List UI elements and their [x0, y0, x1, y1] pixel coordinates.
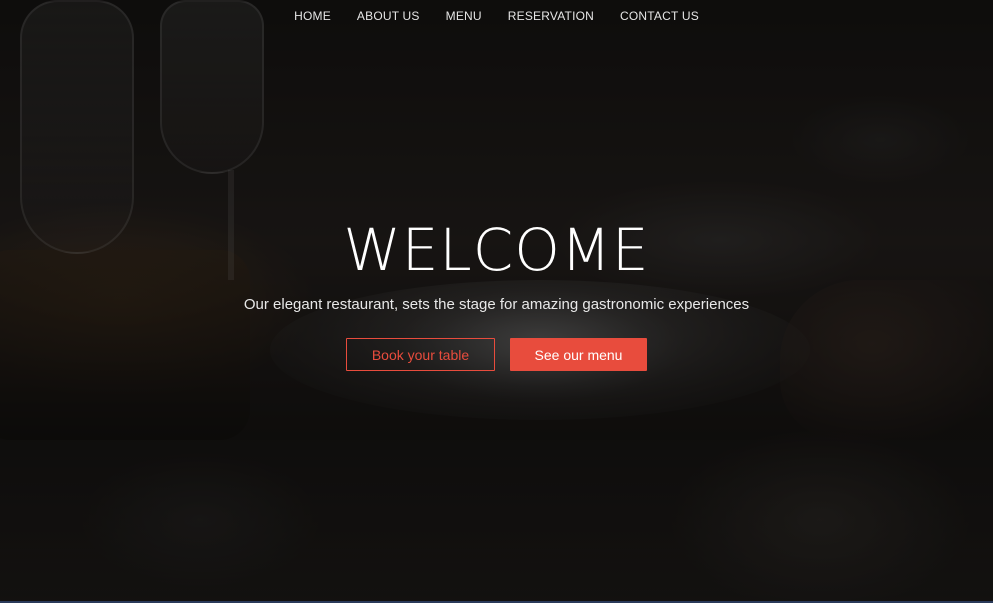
- nav-item-menu[interactable]: MENU: [433, 8, 495, 24]
- hero-subtitle: Our elegant restaurant, sets the stage f…: [243, 296, 750, 313]
- book-table-button[interactable]: Book your table: [346, 338, 495, 371]
- nav-item-home[interactable]: HOME: [281, 8, 344, 24]
- hero-content: WELCOME Our elegant restaurant, sets the…: [0, 215, 993, 371]
- main-nav: HOME ABOUT US MENU RESERVATION CONTACT U…: [0, 8, 993, 24]
- nav-item-reservation[interactable]: RESERVATION: [495, 8, 607, 24]
- see-menu-button[interactable]: See our menu: [510, 338, 647, 371]
- hero-section: HOME ABOUT US MENU RESERVATION CONTACT U…: [0, 0, 993, 603]
- nav-item-contact-us[interactable]: CONTACT US: [607, 8, 712, 24]
- hero-title: WELCOME: [343, 216, 650, 284]
- nav-item-about-us[interactable]: ABOUT US: [344, 8, 433, 24]
- hero-buttons: Book your table See our menu: [0, 338, 993, 371]
